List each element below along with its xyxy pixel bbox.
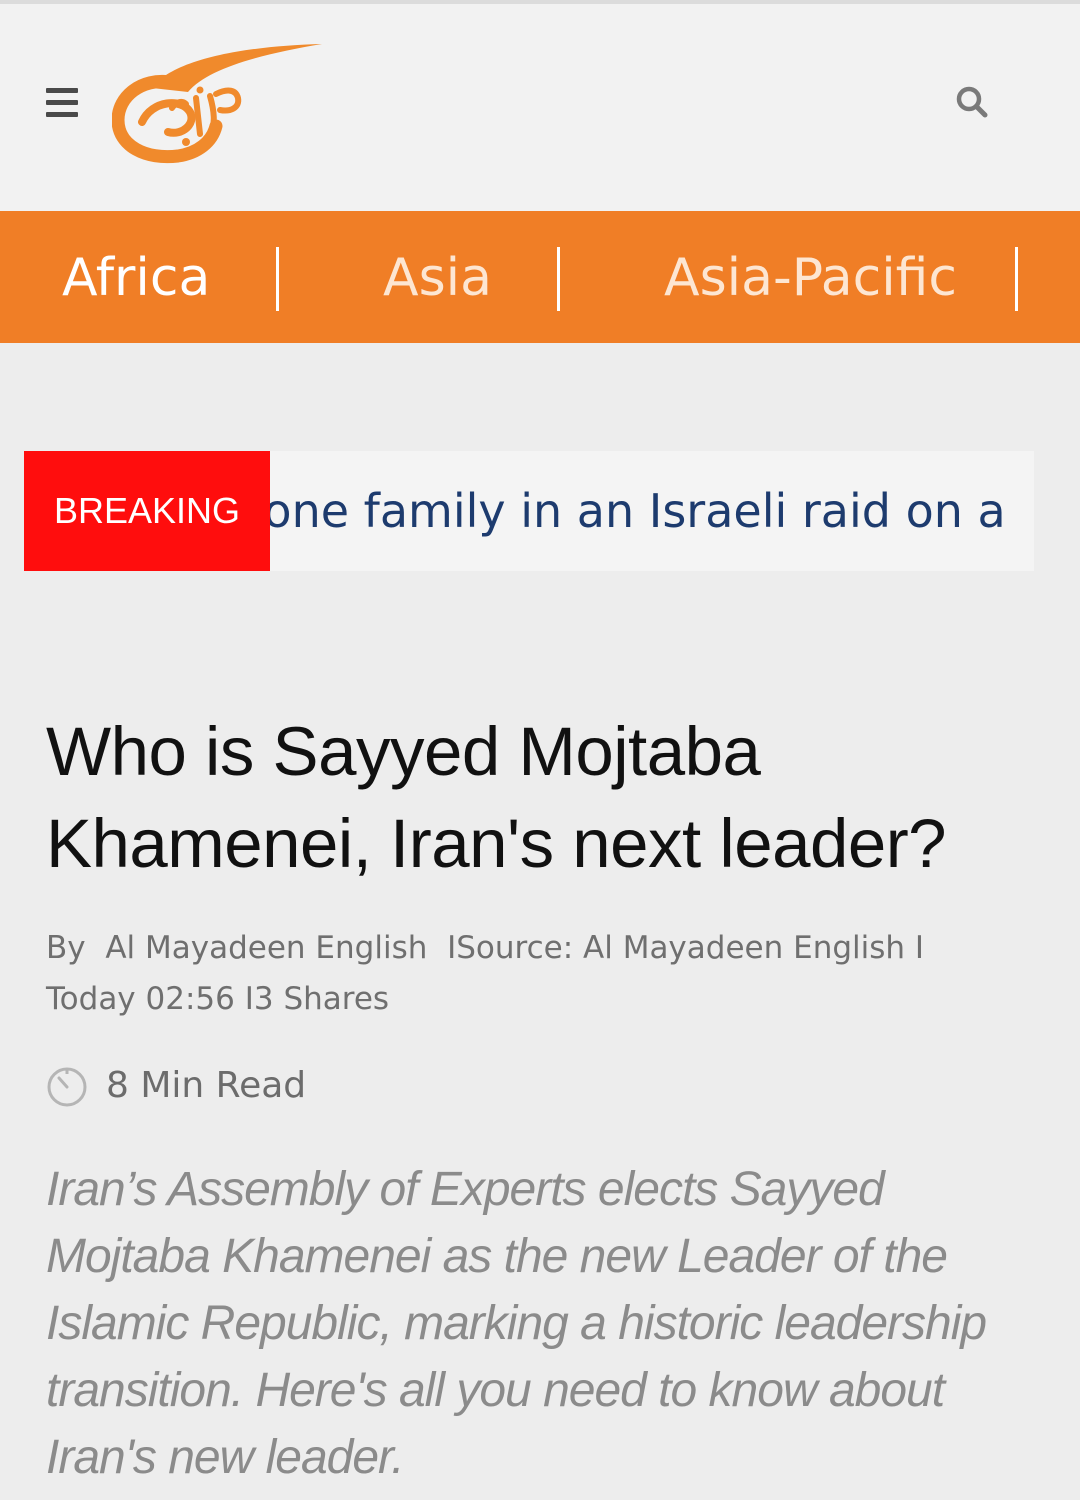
nav-separator: [276, 247, 279, 311]
search-icon[interactable]: [950, 80, 994, 124]
breaking-label: BREAKING: [24, 451, 270, 571]
meta-separator: I: [447, 930, 457, 966]
nav-item-africa[interactable]: Africa: [62, 211, 210, 343]
article-lead: Iran’s Assembly of Experts elects Sayyed…: [46, 1163, 987, 1484]
category-nav: Africa Asia Asia-Pacific: [0, 211, 1080, 343]
by-label: By: [46, 930, 86, 966]
hamburger-menu-icon[interactable]: [44, 86, 82, 120]
source-label: Source: Al Mayadeen English: [456, 930, 906, 966]
publish-date: Today 02:56: [46, 981, 235, 1017]
article-meta: By Al Mayadeen English ISource: Al Mayad…: [46, 923, 1046, 1025]
site-header: [0, 4, 1080, 211]
meta-separator: I: [244, 981, 254, 1017]
breaking-news-bar: BREAKING m one family in an Israeli raid…: [24, 451, 1034, 571]
nav-item-asia-pacific[interactable]: Asia-Pacific: [664, 211, 957, 343]
clock-icon: [47, 1067, 87, 1107]
breaking-ticker-text[interactable]: m one family in an Israeli raid on a: [204, 451, 1006, 571]
nav-separator: [1015, 247, 1018, 311]
author-link[interactable]: Al Mayadeen English: [105, 930, 427, 966]
al-mayadeen-logo[interactable]: [112, 38, 328, 166]
meta-separator: I: [914, 930, 925, 966]
nav-separator: [557, 247, 560, 311]
read-time-label: 8 Min Read: [106, 1065, 307, 1106]
shares-count: 3 Shares: [253, 981, 390, 1017]
nav-item-asia[interactable]: Asia: [383, 211, 492, 343]
article-title: Who is Sayyed Mojtaba Khamenei, Iran's n…: [46, 713, 947, 882]
